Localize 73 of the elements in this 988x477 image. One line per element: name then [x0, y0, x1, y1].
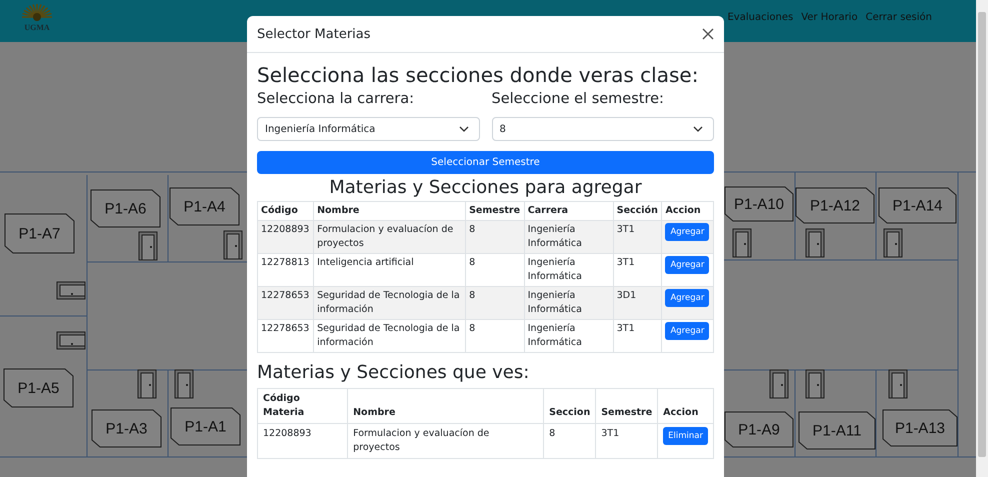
table-cell: 3D1: [613, 286, 662, 320]
add-button[interactable]: Agregar: [665, 256, 710, 274]
semester-select[interactable]: 8: [492, 117, 714, 141]
table-cell: 3T1: [613, 320, 662, 352]
room-label: P1-A11: [798, 412, 876, 450]
table-title: Materias y Secciones para agregar: [328, 176, 643, 199]
nav-link[interactable]: Ver Horario: [801, 12, 858, 23]
table-cell: Seguridad de Tecnologia de la información: [314, 286, 466, 320]
room-label: P1-A5: [4, 368, 74, 408]
add-button[interactable]: Agregar: [665, 289, 710, 307]
table-cell: 3T1: [596, 424, 658, 458]
field-label: Seleccione el semestre:: [492, 90, 665, 109]
door-icon: [732, 228, 752, 258]
room-label: P1-A13: [882, 410, 958, 446]
table-cell: 8: [544, 424, 596, 458]
table-cell: 8: [466, 286, 524, 320]
door-icon: [138, 232, 158, 260]
table-cell: 12278653: [258, 320, 314, 352]
room-label: P1-A6: [90, 190, 160, 228]
door-icon: [806, 370, 824, 398]
door-icon: [224, 230, 242, 260]
door-icon: [56, 332, 86, 350]
room-label: P1-A9: [724, 412, 794, 448]
remove-button[interactable]: Eliminar: [663, 427, 708, 445]
nav-link[interactable]: Evaluaciones: [727, 12, 794, 23]
modal-title: Selector Materias: [257, 26, 371, 42]
field-label: Selecciona la carrera:: [257, 90, 415, 109]
door-icon: [174, 370, 194, 398]
select-semester-button[interactable]: Seleccionar Semestre: [257, 151, 714, 174]
table-cell: 8: [466, 320, 524, 352]
room-label: P1-A10: [724, 186, 794, 222]
column-header: Nombre: [348, 388, 544, 424]
column-header: Código: [258, 202, 314, 220]
career-select[interactable]: Ingeniería Informática: [257, 117, 480, 141]
table-cell: 3T1: [613, 220, 662, 254]
room-label: P1-A7: [4, 214, 74, 254]
column-header: Nombre: [314, 202, 466, 220]
nav-link[interactable]: Cerrar sesión: [866, 12, 932, 23]
room-label: P1-A14: [878, 188, 956, 224]
door-icon: [138, 370, 156, 398]
table-cell: Formulacion y evaluacíon de proyectos: [314, 220, 466, 254]
table-cell: 8: [466, 220, 524, 254]
table-cell: 12278653: [258, 286, 314, 320]
column-header: Semestre: [596, 388, 658, 424]
table-cell: Ingeniería Informática: [524, 220, 614, 254]
logo-text: UGMA: [24, 23, 50, 32]
chevron-down-icon: [458, 126, 468, 132]
table-cell: 12208893: [258, 424, 348, 458]
door-icon: [888, 370, 908, 398]
table-cell: Ingeniería Informática: [524, 286, 614, 320]
column-header: Código Materia: [258, 388, 348, 424]
room-label: P1-A12: [796, 188, 874, 224]
close-icon[interactable]: [700, 26, 716, 42]
table-cell: Formulacion y evaluacíon de proyectos: [348, 424, 544, 458]
door-icon: [770, 370, 788, 398]
room-label: P1-A3: [92, 410, 162, 448]
column-header: Seccion: [544, 388, 596, 424]
door-icon: [884, 228, 902, 258]
room-label: P1-A4: [170, 188, 240, 226]
add-button[interactable]: Agregar: [665, 223, 710, 241]
table-cell: Ingeniería Informática: [524, 320, 614, 352]
scrollbar[interactable]: [976, 0, 988, 477]
table-cell: 12208893: [258, 220, 314, 254]
table-title: Materias y Secciones que ves:: [257, 361, 530, 384]
door-icon: [806, 228, 824, 258]
chevron-down-icon: [693, 126, 703, 132]
column-header: Carrera: [524, 202, 614, 220]
add-button[interactable]: Agregar: [665, 322, 710, 340]
room-label: P1-A1: [170, 408, 240, 446]
section-heading: Selecciona las secciones donde veras clase:: [257, 63, 700, 87]
door-icon: [56, 282, 86, 300]
column-header: Accion: [658, 388, 714, 424]
table-cell: Seguridad de Tecnologia de la información: [314, 320, 466, 352]
